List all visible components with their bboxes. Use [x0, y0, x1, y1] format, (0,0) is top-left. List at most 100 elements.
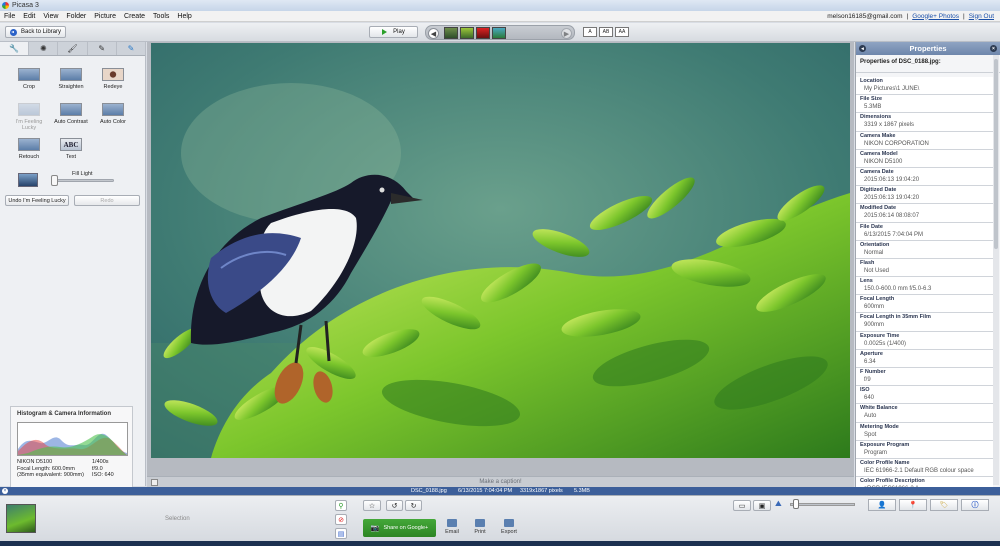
filmstrip-thumb[interactable]	[476, 27, 490, 39]
menu-picture[interactable]: Picture	[90, 13, 120, 20]
star-button[interactable]: ☆	[363, 500, 381, 511]
view-compare-button[interactable]: AB	[599, 27, 613, 37]
property-key: Focal Length	[860, 296, 895, 303]
undo-button[interactable]: Undo I'm Feeling Lucky	[5, 195, 69, 206]
title-bar: Picasa 3	[0, 0, 1000, 11]
zoom-slider[interactable]	[790, 503, 855, 506]
print-action[interactable]: Print	[467, 519, 493, 535]
view-mode-button[interactable]: ▭	[733, 500, 751, 511]
straighten-tool[interactable]: Straighten	[51, 68, 91, 90]
play-button[interactable]: Play	[369, 26, 418, 38]
people-button[interactable]: 👤	[868, 499, 896, 511]
zoom-slider-handle[interactable]	[793, 499, 799, 509]
fill-light-slider-handle[interactable]	[51, 175, 58, 186]
collapse-panel-icon[interactable]: ◂	[859, 45, 866, 52]
email-action[interactable]: Email	[439, 519, 465, 535]
retouch-tool[interactable]: Retouch	[9, 138, 49, 160]
add-to-album-icon[interactable]: ▤	[335, 528, 347, 539]
export-action[interactable]: Export	[496, 519, 522, 535]
fit-button[interactable]: ▣	[753, 500, 771, 511]
clear-tray-icon[interactable]: ⊘	[335, 514, 347, 525]
back-to-library-button[interactable]: Back to Library	[5, 26, 66, 38]
effects-brush-blue-icon: ✎	[127, 44, 135, 53]
properties-button[interactable]: ⓘ	[961, 499, 989, 511]
rotate-right-icon: ↻	[410, 502, 417, 510]
account-email: melson16185@gmail.com	[827, 12, 903, 20]
crop-tool[interactable]: Crop	[9, 68, 49, 90]
share-google-plus-button[interactable]: 📷 Share on Google+	[363, 519, 436, 537]
caption-bar[interactable]: Make a caption!	[147, 476, 854, 487]
properties-scrollbar[interactable]	[993, 55, 999, 485]
menu-edit[interactable]: Edit	[19, 13, 39, 20]
auto-color-tool[interactable]: Auto Color	[93, 103, 133, 125]
tray-buttons: ⚲ ⊘ ▤	[335, 500, 351, 542]
filmstrip-thumb[interactable]	[492, 27, 506, 39]
rotate-right-button[interactable]: ↻	[405, 500, 422, 511]
property-row: F Number f/9	[856, 368, 993, 387]
menu-file[interactable]: File	[0, 13, 19, 20]
redo-button[interactable]: Redo	[74, 195, 140, 206]
tab-more-effects[interactable]: ✎	[88, 42, 117, 55]
auto-contrast-tool[interactable]: Auto Contrast	[51, 103, 91, 125]
zoom-icon: ⛰	[775, 499, 782, 508]
feeling-lucky-tool[interactable]: I'm Feeling Lucky	[9, 103, 49, 131]
property-value: 150.0-600.0 mm f/5.0-6.3	[864, 286, 932, 293]
rotate-left-icon: ↺	[391, 502, 398, 510]
tab-basic-fixes[interactable]: 🔧	[0, 42, 30, 55]
property-row: Focal Length in 35mm Film 900mm	[856, 313, 993, 332]
property-row: Color Profile Name IEC 61966-2.1 Default …	[856, 458, 993, 478]
property-key: Orientation	[860, 241, 890, 248]
fill-light-slider[interactable]	[52, 179, 114, 182]
redeye-tool[interactable]: Redeye	[93, 68, 133, 90]
menu-tools[interactable]: Tools	[149, 13, 173, 20]
caption-edit-icon[interactable]	[151, 479, 158, 486]
property-row: File Size 5.3MB	[856, 95, 993, 114]
property-key: Camera Model	[860, 150, 898, 157]
property-key: Location	[860, 78, 883, 84]
auto-contrast-icon	[60, 103, 82, 116]
places-button[interactable]: 📍	[899, 499, 927, 511]
tray-thumbnail[interactable]	[6, 504, 36, 533]
tags-button[interactable]: 🏷	[930, 499, 958, 511]
crop-icon	[18, 68, 40, 81]
prev-photo-icon[interactable]: ◀	[428, 28, 439, 39]
menu-folder[interactable]: Folder	[62, 13, 90, 20]
menu-help[interactable]: Help	[173, 13, 195, 20]
filmstrip-thumb[interactable]	[444, 27, 458, 39]
property-key: Metering Mode	[860, 423, 899, 430]
filmstrip-thumb[interactable]	[460, 27, 474, 39]
fill-light-control: Fill Light	[18, 171, 128, 191]
scrollbar-thumb[interactable]	[994, 59, 998, 249]
sign-out-link[interactable]: Sign Out	[969, 13, 994, 20]
photo-viewer: Make a caption!	[147, 42, 854, 487]
view-single-button[interactable]: A	[583, 27, 597, 37]
focal-equivalent: (35mm equivalent: 900mm)	[17, 472, 84, 478]
property-key: ISO	[860, 387, 870, 394]
status-size: 5.3MB	[574, 488, 590, 494]
status-close-icon[interactable]: ×	[2, 488, 8, 494]
property-value: Auto	[864, 413, 877, 420]
next-photo-icon[interactable]: ▶	[561, 28, 572, 39]
tab-tuning[interactable]: ✺	[29, 42, 59, 55]
status-filename: DSC_0188.jpg	[411, 488, 447, 494]
straighten-label: Straighten	[58, 84, 84, 90]
tab-extra-effects[interactable]: ✎	[117, 42, 145, 55]
menu-create[interactable]: Create	[120, 13, 149, 20]
tag-icon: 🏷	[939, 502, 949, 509]
photo-image[interactable]	[151, 43, 850, 458]
caption-placeholder[interactable]: Make a caption!	[479, 479, 521, 485]
property-row: Camera Date 2015:06:13 19:04:20	[856, 167, 993, 187]
menu-view[interactable]: View	[39, 13, 62, 20]
histogram-chart	[17, 422, 128, 456]
play-label: Play	[393, 29, 405, 35]
property-key: Flash	[860, 259, 875, 266]
property-value: 6.34	[864, 358, 876, 365]
google-photos-link[interactable]: Google+ Photos	[912, 13, 959, 20]
view-side-button[interactable]: AA	[615, 27, 629, 37]
hold-pin-icon[interactable]: ⚲	[335, 500, 347, 511]
close-panel-icon[interactable]: ×	[990, 45, 997, 52]
tab-effects[interactable]: 🖌	[58, 42, 88, 55]
text-tool[interactable]: ABC Text	[51, 138, 91, 160]
rotate-left-button[interactable]: ↺	[386, 500, 403, 511]
print-label: Print	[474, 529, 486, 535]
